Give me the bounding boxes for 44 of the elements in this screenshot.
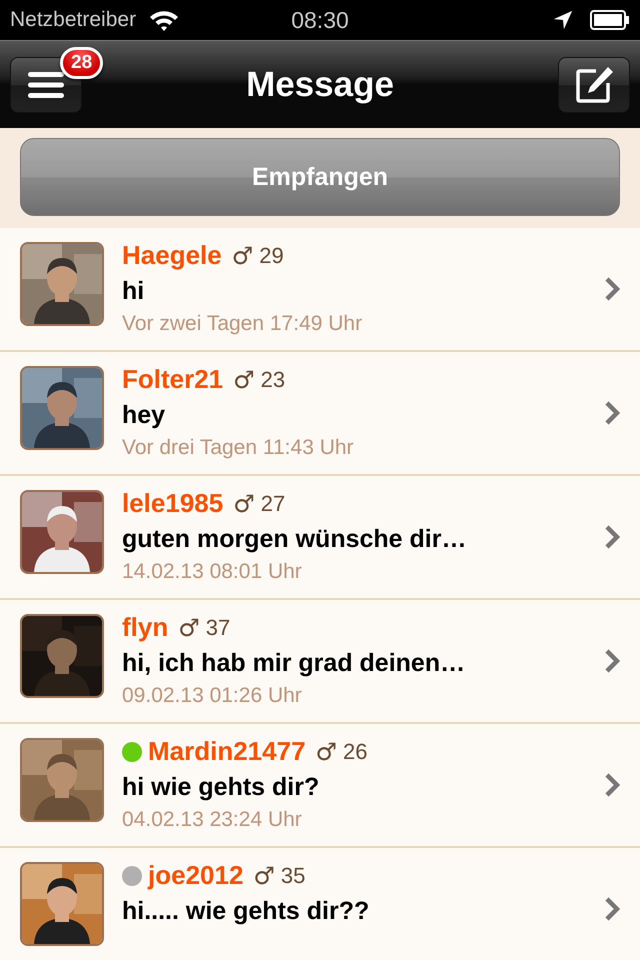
user-age: 35	[280, 862, 306, 888]
menu-icon	[28, 70, 64, 98]
message-date: 09.02.13 01:26 Uhr	[122, 684, 303, 708]
message-preview: hi wie gehts dir?	[122, 773, 320, 802]
message-preview: hi, ich hab mir grad deinen…	[122, 649, 466, 678]
gender-symbol: ♂	[233, 366, 255, 394]
chevron-right-icon	[604, 277, 620, 301]
compose-icon	[574, 64, 614, 104]
message-preview: hey	[122, 401, 166, 430]
chevron-right-icon	[604, 649, 620, 673]
message-date: Vor zwei Tagen 17:49 Uhr	[122, 312, 364, 336]
location-arrow-icon	[552, 9, 574, 31]
message-date: Vor drei Tagen 11:43 Uhr	[122, 436, 355, 460]
chevron-right-icon	[604, 525, 620, 549]
screen-title: Message	[246, 64, 394, 104]
chevron-right-icon	[604, 897, 620, 921]
user-name: lele1985	[122, 488, 224, 519]
unread-count-badge: 28	[60, 47, 104, 79]
user-age: 26	[343, 738, 368, 764]
battery-icon	[590, 10, 630, 30]
user-name: Folter21	[122, 364, 224, 395]
user-age: 29	[259, 242, 284, 268]
user-name: joe2012	[148, 860, 244, 891]
gender-symbol: ♂	[178, 614, 200, 642]
chevron-right-icon	[604, 773, 620, 797]
user-name: Haegele	[122, 240, 222, 271]
gender-symbol: ♂	[253, 862, 275, 890]
message-date: 04.02.13 23:24 Uhr	[122, 808, 303, 832]
message-preview: hi..... wie gehts dir??	[122, 897, 370, 926]
message-date: 14.02.13 08:01 Uhr	[122, 560, 303, 584]
user-age: 37	[206, 614, 230, 640]
user-name: flyn	[122, 612, 168, 643]
user-age: 27	[260, 490, 286, 516]
user-name: Mardin21477	[148, 736, 306, 767]
carrier-name: Netzbetreiber	[10, 8, 136, 32]
chevron-right-icon	[604, 401, 620, 425]
user-age: 23	[260, 366, 286, 392]
message-preview: hi	[122, 277, 146, 306]
gender-symbol: ♂	[232, 242, 254, 270]
compose-button[interactable]	[558, 56, 630, 112]
gender-symbol: ♂	[316, 738, 338, 766]
status-time: 08:30	[290, 6, 350, 34]
message-preview: guten morgen wünsche dir…	[122, 525, 468, 554]
gender-symbol: ♂	[233, 490, 255, 518]
